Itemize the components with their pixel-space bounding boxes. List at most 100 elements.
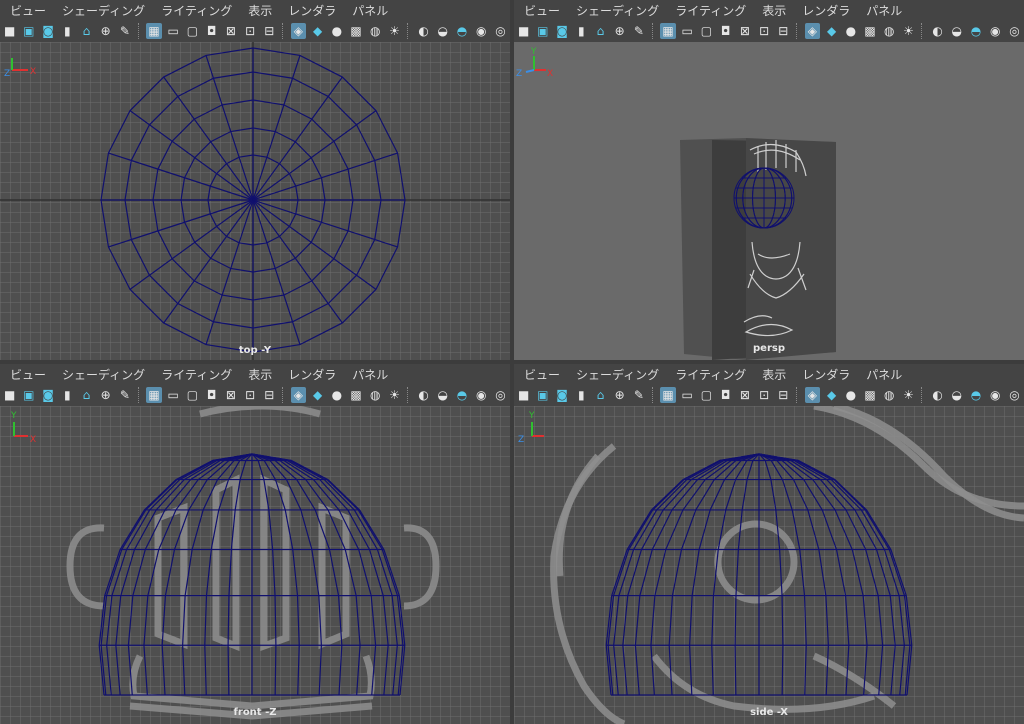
menu-renderer[interactable]: レンダラ [802,366,850,383]
sphere-wireframe-persp[interactable] [733,167,795,229]
camera-lock-icon[interactable]: ▣ [535,23,550,39]
menu-lighting[interactable]: ライティング [675,2,746,19]
textured-icon[interactable]: ▩ [348,387,363,403]
grease-pencil-icon[interactable]: ✎ [117,23,132,39]
gate-mask-icon[interactable]: ◘ [204,23,219,39]
safe-action-icon[interactable]: ⊡ [242,23,257,39]
default-material-icon[interactable]: ● [843,23,858,39]
gate-mask-icon[interactable]: ◘ [718,23,733,39]
smooth-shade-icon[interactable]: ◆ [310,23,325,39]
safe-title-icon[interactable]: ⊟ [776,23,791,39]
safe-title-icon[interactable]: ⊟ [776,387,791,403]
menu-renderer[interactable]: レンダラ [288,366,336,383]
menu-view[interactable]: ビュー [524,366,560,383]
grease-pencil-icon[interactable]: ✎ [631,23,646,39]
resolution-gate-icon[interactable]: ▢ [699,23,714,39]
menu-lighting[interactable]: ライティング [675,366,746,383]
lights-icon[interactable]: ☀ [901,23,916,39]
isolate-icon[interactable]: ◓ [968,387,983,403]
gate-mask-icon[interactable]: ◘ [718,387,733,403]
grid-icon[interactable]: ▦ [146,23,162,39]
viewport-front[interactable]: Y X front -Z [0,406,510,724]
grid-icon[interactable]: ▦ [660,387,676,403]
textured-icon[interactable]: ▩ [862,23,877,39]
ambient-occlusion-icon[interactable]: ◉ [988,23,1003,39]
film-gate-icon[interactable]: ▭ [680,387,695,403]
menu-view[interactable]: ビュー [524,2,560,19]
ambient-occlusion-icon[interactable]: ◉ [474,387,489,403]
viewport-top[interactable]: Z X top -Y [0,42,510,360]
xray-icon[interactable]: ◐ [930,23,945,39]
ambient-occlusion-icon[interactable]: ◉ [474,23,489,39]
grease-pencil-icon[interactable]: ✎ [631,387,646,403]
lights-icon[interactable]: ☀ [387,387,402,403]
bookmark-icon[interactable]: ▮ [574,23,589,39]
xray-joint-icon[interactable]: ◒ [435,23,450,39]
menu-panels[interactable]: パネル [352,2,388,19]
resolution-gate-icon[interactable]: ▢ [185,387,200,403]
bookmark-icon[interactable]: ▮ [60,23,75,39]
shadows-icon[interactable]: ◍ [882,23,897,39]
menu-show[interactable]: 表示 [248,366,272,383]
shadows-icon[interactable]: ◍ [368,23,383,39]
menu-shading[interactable]: シェーディング [62,2,145,19]
pan-zoom-icon[interactable]: ⊕ [612,23,627,39]
resolution-gate-icon[interactable]: ▢ [699,387,714,403]
default-material-icon[interactable]: ● [843,387,858,403]
lights-icon[interactable]: ☀ [901,387,916,403]
grease-pencil-icon[interactable]: ✎ [117,387,132,403]
safe-action-icon[interactable]: ⊡ [756,387,771,403]
ambient-occlusion-icon[interactable]: ◉ [988,387,1003,403]
safe-title-icon[interactable]: ⊟ [262,23,277,39]
camera-lock-icon[interactable]: ▣ [21,387,36,403]
bookmark-icon[interactable]: ▮ [60,387,75,403]
image-plane-icon[interactable]: ⌂ [593,387,608,403]
image-plane-icon[interactable]: ⌂ [79,387,94,403]
grid-icon[interactable]: ▦ [660,23,676,39]
xray-joint-icon[interactable]: ◒ [949,387,964,403]
camera-attr-icon[interactable]: ◙ [554,387,569,403]
pan-zoom-icon[interactable]: ⊕ [98,23,113,39]
field-chart-icon[interactable]: ⊠ [223,387,238,403]
menu-shading[interactable]: シェーディング [62,366,145,383]
xray-joint-icon[interactable]: ◒ [435,387,450,403]
xray-icon[interactable]: ◐ [416,387,431,403]
menu-show[interactable]: 表示 [762,2,786,19]
menu-shading[interactable]: シェーディング [576,2,659,19]
isolate-icon[interactable]: ◓ [968,23,983,39]
smooth-shade-icon[interactable]: ◆ [824,23,839,39]
smooth-shade-icon[interactable]: ◆ [824,387,839,403]
film-gate-icon[interactable]: ▭ [166,387,181,403]
gate-mask-icon[interactable]: ◘ [204,387,219,403]
menu-panels[interactable]: パネル [866,366,902,383]
motion-blur-icon[interactable]: ◎ [1007,387,1022,403]
sphere-wireframe-top[interactable] [100,47,406,353]
camera-icon[interactable]: ■ [516,387,531,403]
textured-icon[interactable]: ▩ [862,387,877,403]
menu-renderer[interactable]: レンダラ [802,2,850,19]
camera-icon[interactable]: ■ [2,23,17,39]
pan-zoom-icon[interactable]: ⊕ [98,387,113,403]
xray-icon[interactable]: ◐ [416,23,431,39]
camera-lock-icon[interactable]: ▣ [21,23,36,39]
default-material-icon[interactable]: ● [329,23,344,39]
motion-blur-icon[interactable]: ◎ [493,387,508,403]
menu-renderer[interactable]: レンダラ [288,2,336,19]
menu-lighting[interactable]: ライティング [161,366,232,383]
camera-icon[interactable]: ■ [2,387,17,403]
motion-blur-icon[interactable]: ◎ [1007,23,1022,39]
default-material-icon[interactable]: ● [329,387,344,403]
camera-attr-icon[interactable]: ◙ [554,23,569,39]
safe-action-icon[interactable]: ⊡ [756,23,771,39]
wireframe-icon[interactable]: ◈ [804,387,820,403]
smooth-shade-icon[interactable]: ◆ [310,387,325,403]
image-plane-icon[interactable]: ⌂ [593,23,608,39]
menu-view[interactable]: ビュー [10,2,46,19]
shadows-icon[interactable]: ◍ [882,387,897,403]
shadows-icon[interactable]: ◍ [368,387,383,403]
xray-joint-icon[interactable]: ◒ [949,23,964,39]
film-gate-icon[interactable]: ▭ [680,23,695,39]
motion-blur-icon[interactable]: ◎ [493,23,508,39]
lights-icon[interactable]: ☀ [387,23,402,39]
pan-zoom-icon[interactable]: ⊕ [612,387,627,403]
